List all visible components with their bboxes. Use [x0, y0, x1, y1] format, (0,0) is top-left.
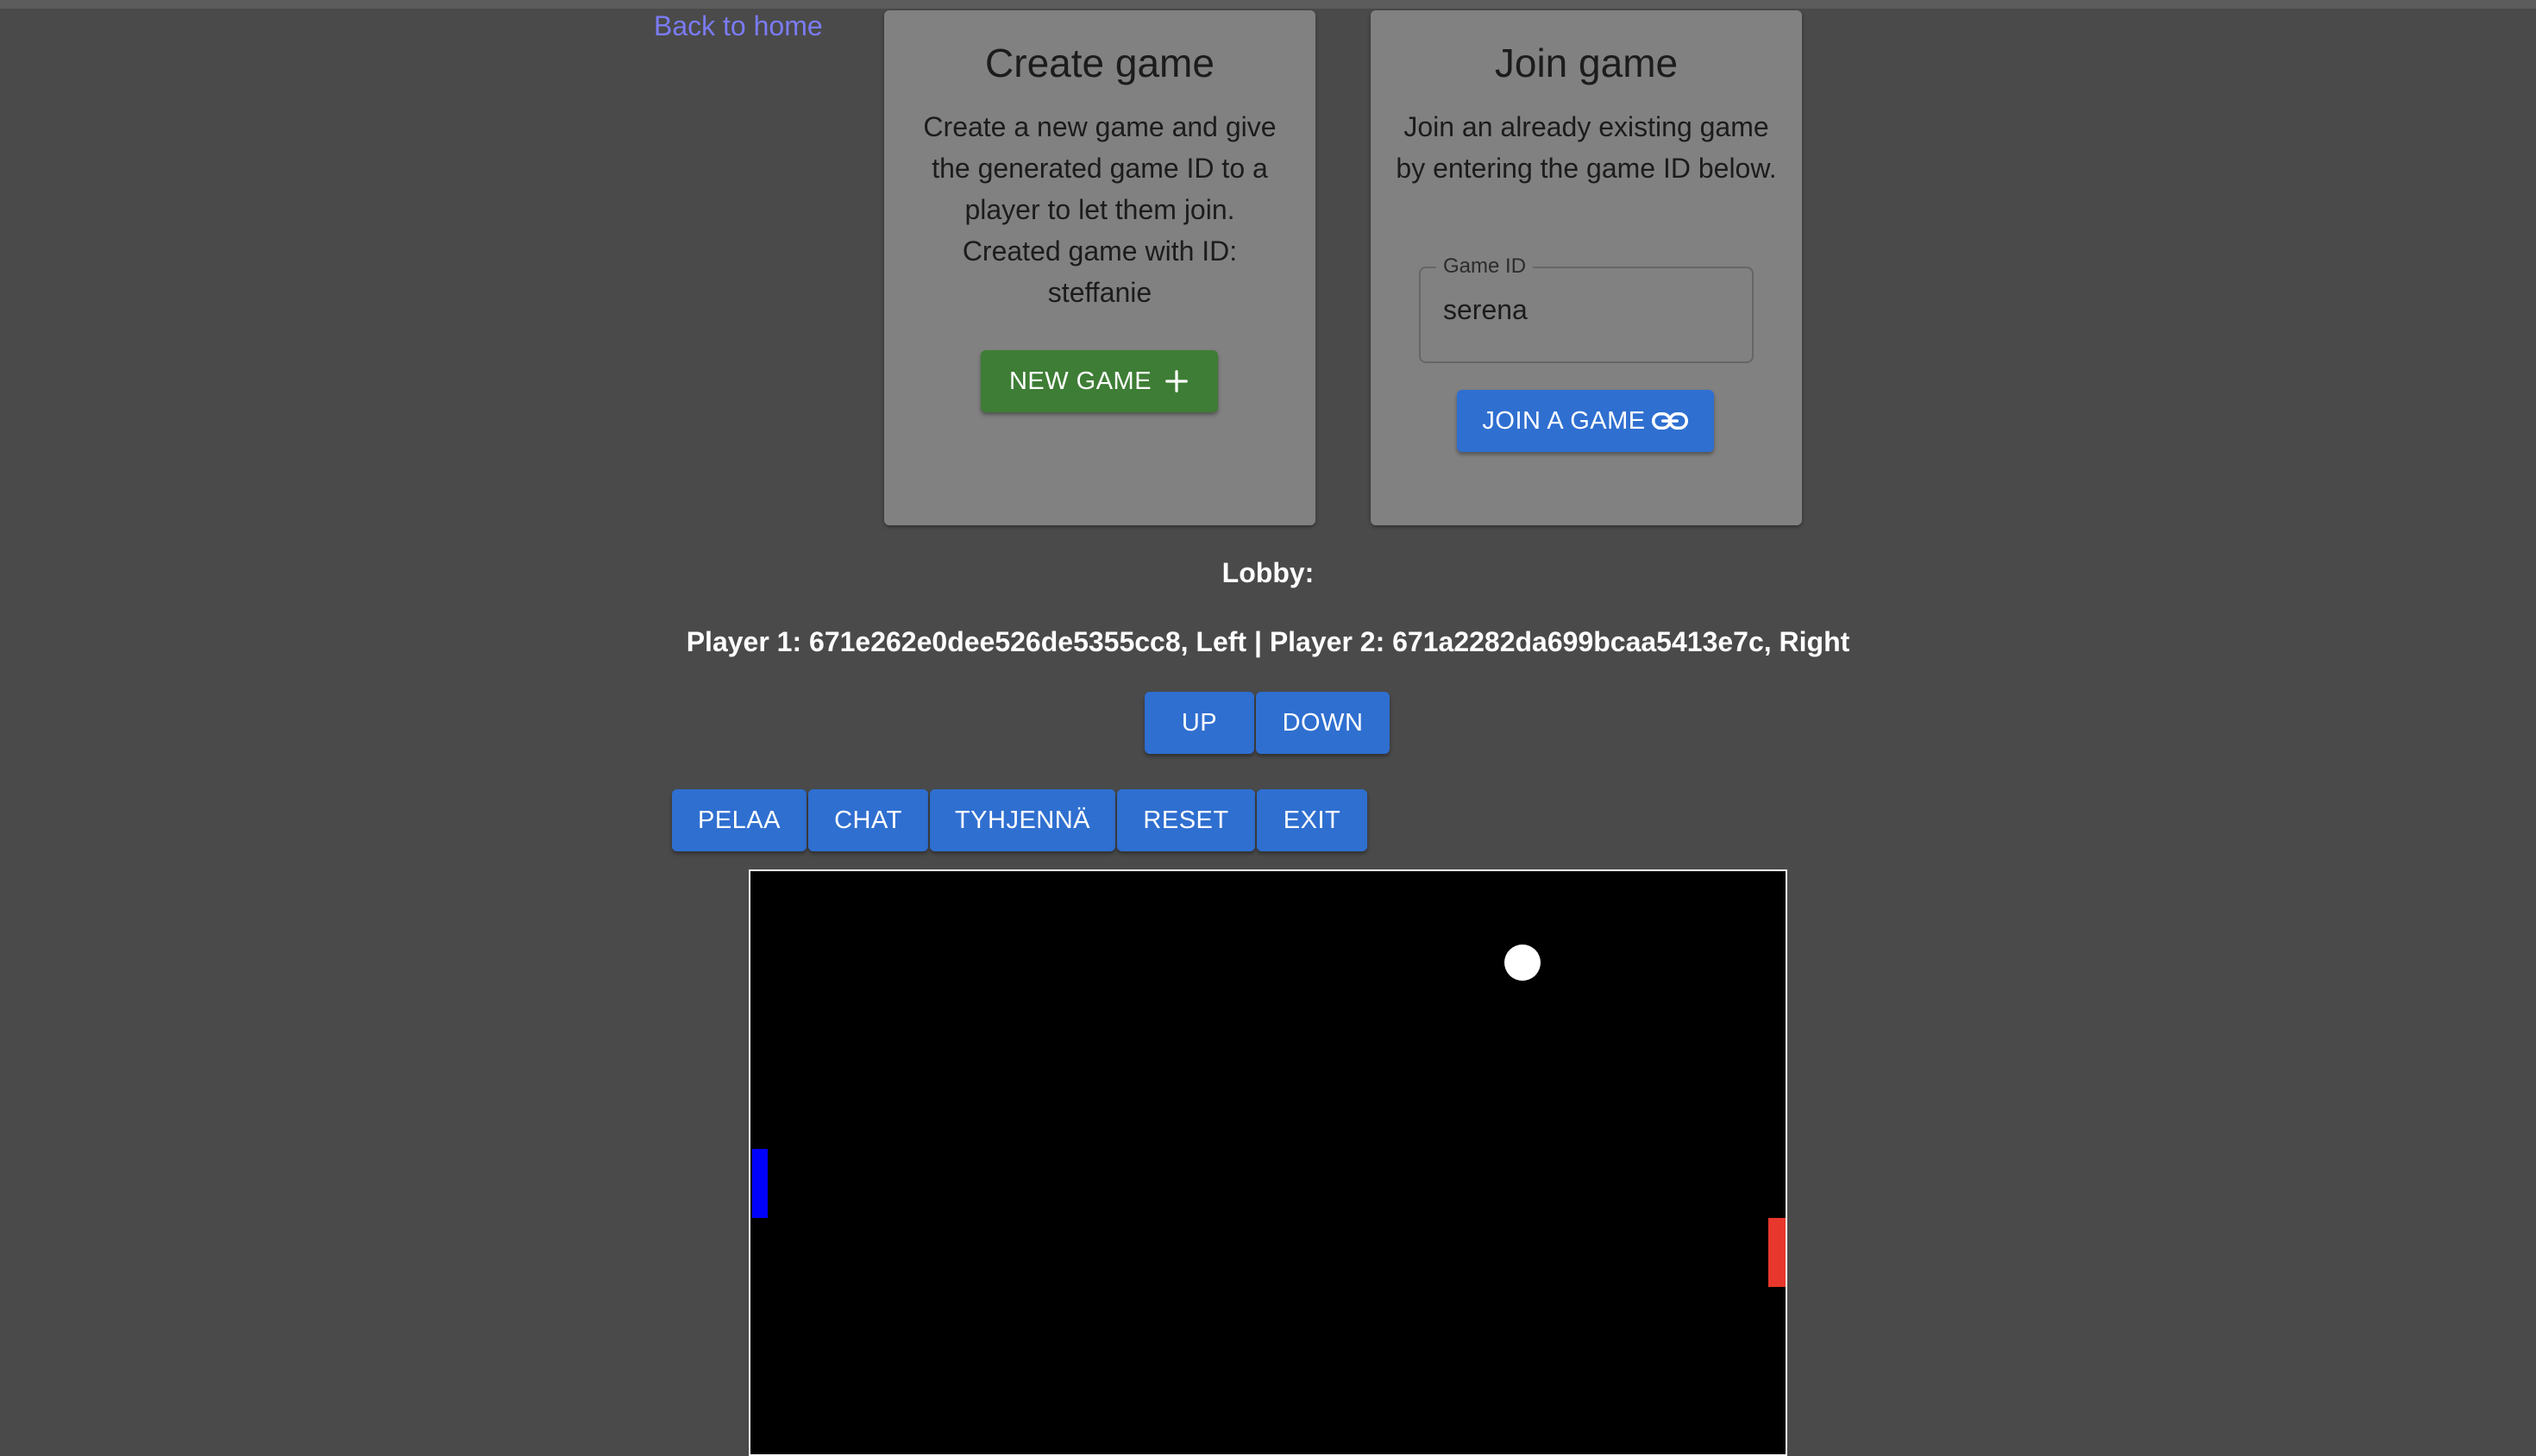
right-paddle	[1768, 1218, 1786, 1287]
link-icon	[1651, 411, 1688, 430]
join-game-button-label: JOIN A GAME	[1482, 406, 1646, 435]
join-game-card: Join game Join an already existing game …	[1371, 10, 1802, 525]
back-to-home-link[interactable]: Back to home	[654, 10, 823, 42]
create-game-title: Create game	[985, 41, 1215, 85]
tyhjenna-button[interactable]: TYHJENNÄ	[930, 789, 1115, 851]
up-button[interactable]: UP	[1145, 692, 1254, 754]
left-paddle	[752, 1149, 768, 1218]
down-button[interactable]: DOWN	[1256, 692, 1390, 754]
reset-button[interactable]: RESET	[1117, 789, 1255, 851]
lobby-title: Lobby:	[1221, 557, 1315, 588]
game-id-label: Game ID	[1436, 254, 1534, 279]
new-game-button-label: NEW GAME	[1008, 367, 1152, 395]
plus-icon	[1165, 370, 1188, 392]
ball	[1504, 945, 1541, 981]
game-id-input[interactable]	[1443, 294, 1728, 326]
join-game-title: Join game	[1494, 41, 1679, 85]
game-id-field: Game ID	[1419, 254, 1754, 363]
new-game-button[interactable]: NEW GAME	[981, 350, 1218, 412]
created-game-line: Created game with ID:	[962, 235, 1238, 267]
join-game-button[interactable]: JOIN A GAME	[1457, 390, 1714, 452]
paddle-controls: UP DOWN	[1145, 692, 1390, 754]
lobby-players: Player 1: 671e262e0dee526de5355cc8, Left…	[686, 626, 1850, 657]
chat-button[interactable]: CHAT	[808, 789, 928, 851]
create-game-description: Create a new game and give the generated…	[908, 106, 1291, 313]
create-game-card: Create game Create a new game and give t…	[884, 10, 1315, 525]
game-actions: PELAA CHAT TYHJENNÄ RESET EXIT	[672, 789, 1367, 851]
join-game-description: Join an already existing game by enterin…	[1396, 111, 1777, 185]
created-game-id: steffanie	[1047, 277, 1152, 309]
game-board[interactable]	[749, 869, 1787, 1456]
exit-button[interactable]: EXIT	[1257, 789, 1367, 851]
create-game-description-text: Create a new game and give the generated…	[923, 111, 1277, 226]
pelaa-button[interactable]: PELAA	[672, 789, 807, 851]
top-strip	[0, 0, 2536, 9]
